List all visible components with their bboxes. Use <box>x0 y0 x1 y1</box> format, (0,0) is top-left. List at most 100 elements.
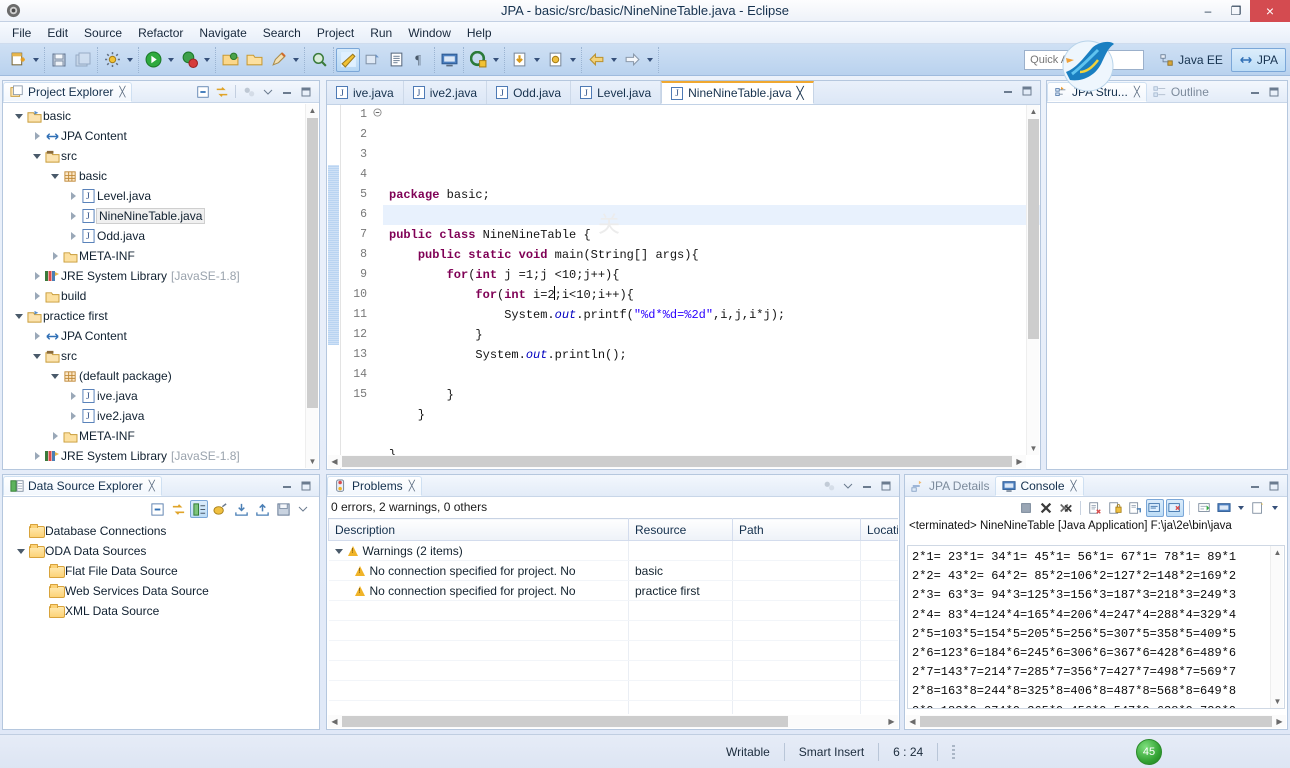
save-icon[interactable] <box>47 48 71 72</box>
menu-project[interactable]: Project <box>309 24 362 42</box>
console-hscrollbar[interactable]: ◀ ▶ <box>906 715 1286 728</box>
toggle-block-selection-icon[interactable] <box>384 48 408 72</box>
tree-item[interactable]: J NineNineTable.java <box>3 206 319 226</box>
column-location[interactable]: Location <box>860 518 898 541</box>
dse-import-icon[interactable] <box>232 500 250 518</box>
display-selected-console-icon[interactable] <box>1146 499 1164 517</box>
jpa-project-dropdown-icon[interactable] <box>490 48 502 72</box>
tree-arrow[interactable] <box>67 412 79 420</box>
code-line[interactable]: } <box>389 325 1040 345</box>
tree-arrow[interactable] <box>31 153 43 159</box>
table-row[interactable]: No connection specified for project. No b… <box>328 560 898 581</box>
clear-console-icon[interactable] <box>1086 499 1104 517</box>
word-wrap-icon[interactable] <box>1195 499 1213 517</box>
run-icon[interactable] <box>141 48 165 72</box>
remove-all-launches-icon[interactable] <box>1057 499 1075 517</box>
tree-item[interactable]: JRE System Library [JavaSE-1.8] <box>3 446 319 466</box>
back-icon[interactable] <box>584 48 608 72</box>
close-icon[interactable]: ╳ <box>409 481 415 492</box>
tree-arrow[interactable] <box>15 548 27 554</box>
scroll-left-icon[interactable]: ◀ <box>328 455 341 468</box>
minimize-editor-icon[interactable] <box>1000 83 1016 99</box>
tree-item[interactable]: XML Data Source <box>3 601 319 621</box>
scroll-left-icon[interactable]: ◀ <box>906 715 919 728</box>
column-resource[interactable]: Resource <box>628 518 733 541</box>
scroll-up-icon[interactable]: ▲ <box>306 104 319 117</box>
minimize-button[interactable]: – <box>1194 0 1222 22</box>
dse-save-icon[interactable] <box>274 500 292 518</box>
tree-item[interactable]: META-INF <box>3 246 319 266</box>
editor-tab[interactable]: Jive2.java <box>404 81 488 104</box>
maximize-panel-icon[interactable] <box>878 478 894 494</box>
scroll-up-icon[interactable]: ▲ <box>1027 105 1040 118</box>
tree-item[interactable]: JRE System Library [JavaSE-1.8] <box>3 266 319 286</box>
tree-arrow[interactable] <box>49 373 61 379</box>
dse-export-icon[interactable] <box>253 500 271 518</box>
tree-item[interactable]: Jive2.java <box>3 406 319 426</box>
tree-arrow[interactable] <box>49 432 61 440</box>
tree-item[interactable]: JPA Content <box>3 126 319 146</box>
editor-tab[interactable]: Jive.java <box>327 81 404 104</box>
scroll-up-icon[interactable]: ▲ <box>1271 546 1284 559</box>
dse-connect-icon[interactable] <box>211 500 229 518</box>
terminate-icon[interactable] <box>1017 499 1035 517</box>
data-source-tree[interactable]: Database Connections ODA Data Sources Flat… <box>3 521 319 621</box>
code-line[interactable]: public static void main(String[] args){ <box>389 245 1040 265</box>
column-description[interactable]: Description <box>328 518 629 541</box>
scroll-thumb[interactable] <box>307 118 318 408</box>
minimize-panel-icon[interactable] <box>1247 84 1263 100</box>
folding-ruler[interactable] <box>371 105 383 469</box>
scroll-down-icon[interactable]: ▼ <box>1027 442 1040 455</box>
tree-arrow[interactable] <box>67 192 79 200</box>
menu-window[interactable]: Window <box>400 24 459 42</box>
code-line[interactable] <box>389 365 1040 385</box>
table-row[interactable]: Warnings (2 items) <box>328 540 898 561</box>
editor-tab[interactable]: J Level.java <box>571 81 662 104</box>
scroll-thumb[interactable] <box>920 716 1272 727</box>
table-row[interactable]: No connection specified for project. No p… <box>328 580 898 601</box>
heap-status[interactable]: 45 <box>1136 738 1162 765</box>
tree-arrow[interactable] <box>31 272 43 280</box>
tree-item[interactable]: ODA Data Sources <box>3 541 319 561</box>
close-icon[interactable]: ╳ <box>1134 87 1140 98</box>
close-icon[interactable]: ╳ <box>1071 481 1077 492</box>
problems-hscrollbar[interactable]: ◀ ▶ <box>328 715 898 728</box>
pin-console-icon[interactable] <box>1126 499 1144 517</box>
tree-arrow[interactable] <box>67 232 79 240</box>
menu-file[interactable]: File <box>4 24 39 42</box>
tree-arrow[interactable] <box>31 332 43 340</box>
code-line[interactable]: } <box>389 385 1040 405</box>
dse-collapse-all-icon[interactable] <box>148 500 166 518</box>
scroll-lock-icon[interactable] <box>1106 499 1124 517</box>
scroll-right-icon[interactable]: ▶ <box>1273 715 1286 728</box>
menu-run[interactable]: Run <box>362 24 400 42</box>
tree-item[interactable]: src <box>3 346 319 366</box>
scroll-right-icon[interactable]: ▶ <box>1013 455 1026 468</box>
import-dropdown-icon[interactable] <box>531 48 543 72</box>
tree-arrow[interactable] <box>31 353 43 359</box>
dse-link-icon[interactable] <box>190 500 208 518</box>
console-view-dropdown-icon[interactable] <box>1235 496 1247 520</box>
project-explorer-tree[interactable]: basic JPA Content src basic J Level.java J Nine… <box>3 103 319 466</box>
debug-dropdown-icon[interactable] <box>201 48 213 72</box>
build-icon[interactable] <box>100 48 124 72</box>
maximize-panel-icon[interactable] <box>1266 84 1282 100</box>
column-path[interactable]: Path <box>732 518 861 541</box>
dse-view-menu-chevron-icon[interactable] <box>295 501 311 517</box>
problems-filters-icon[interactable] <box>821 478 837 494</box>
tree-item[interactable]: Jive.java <box>3 386 319 406</box>
perspective-java-ee[interactable]: Java EE <box>1152 48 1231 72</box>
tree-item[interactable]: src <box>3 146 319 166</box>
jpa-entity-dropdown-icon[interactable] <box>290 48 302 72</box>
view-menu-icon[interactable] <box>241 84 257 100</box>
maximize-panel-icon[interactable] <box>298 478 314 494</box>
open-console-dropdown-icon[interactable] <box>1166 499 1184 517</box>
link-with-editor-icon[interactable] <box>214 84 230 100</box>
tree-item[interactable]: J Odd.java <box>3 226 319 246</box>
tree-item[interactable]: Database Connections <box>3 521 319 541</box>
show-whitespace-icon[interactable]: ¶ <box>408 48 432 72</box>
tree-item[interactable]: J Level.java <box>3 186 319 206</box>
tree-arrow[interactable] <box>31 452 43 460</box>
scroll-down-icon[interactable]: ▼ <box>1271 695 1284 708</box>
close-icon[interactable]: ╳ <box>119 87 125 98</box>
